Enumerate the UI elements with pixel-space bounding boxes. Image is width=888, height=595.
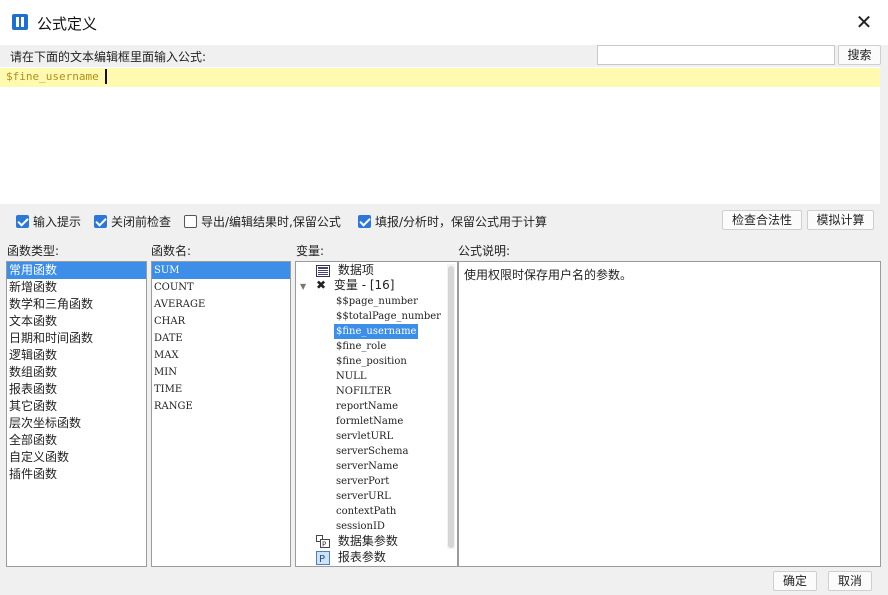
tree-leaf-variable[interactable]: contextPath — [334, 504, 398, 519]
report-param-icon: P — [316, 550, 330, 565]
current-line-highlight — [0, 68, 880, 87]
tree-node-label: 变量 - [16] — [333, 278, 395, 292]
func-names-label: 函数名: — [151, 244, 192, 258]
list-item[interactable]: 全部函数 — [7, 432, 146, 449]
tree-leaf-variable[interactable]: serverSchema — [334, 444, 410, 459]
checkbox-input-hint[interactable]: 输入提示 — [16, 213, 81, 230]
checkbox-check-before-close[interactable]: 关闭前检查 — [94, 213, 171, 230]
search-input[interactable] — [597, 45, 835, 65]
list-item[interactable]: 层次坐标函数 — [7, 415, 146, 432]
list-item[interactable]: 文本函数 — [7, 313, 146, 330]
tree-node-label: 报表参数 — [337, 550, 386, 564]
variables-label: 变量: — [296, 244, 325, 258]
app-logo-icon — [12, 14, 28, 30]
formula-editor[interactable] — [0, 67, 880, 204]
scrollbar-thumb[interactable] — [448, 266, 454, 548]
tree-node-label: 数据项 — [337, 263, 374, 277]
formula-text: $fine_username — [6, 70, 99, 83]
tree-node-data-item[interactable]: 数据项 — [316, 263, 374, 278]
list-item[interactable]: 新增函数 — [7, 279, 146, 296]
tree-leaf-variable[interactable]: $fine_position — [334, 354, 409, 369]
list-item[interactable]: CHAR — [152, 313, 290, 330]
tree-leaf-variable[interactable]: servletURL — [334, 429, 395, 444]
table-icon — [316, 264, 330, 277]
list-item[interactable]: SUM — [152, 262, 290, 279]
checkbox-label: 填报/分析时，保留公式用于计算 — [375, 215, 548, 229]
window-title: 公式定义 — [37, 15, 98, 33]
close-icon[interactable]: ✕ — [852, 10, 876, 34]
tree-leaf-variable[interactable]: $$page_number — [334, 294, 420, 309]
tree-leaf-variable[interactable]: serverURL — [334, 489, 393, 504]
list-item[interactable]: COUNT — [152, 279, 290, 296]
list-item[interactable]: 插件函数 — [7, 466, 146, 483]
list-item[interactable]: 数组函数 — [7, 364, 146, 381]
list-item[interactable]: 日期和时间函数 — [7, 330, 146, 347]
func-names-list[interactable]: SUM COUNT AVERAGE CHAR DATE MAX MIN TIME… — [151, 261, 291, 567]
description-panel: 使用权限时保存用户名的参数。 — [458, 261, 881, 567]
tree-leaf-variable-selected[interactable]: $fine_username — [334, 324, 419, 339]
list-item[interactable]: DATE — [152, 330, 290, 347]
list-item[interactable]: MAX — [152, 347, 290, 364]
checkbox-checked-icon[interactable] — [358, 215, 371, 228]
ok-button[interactable]: 确定 — [773, 571, 817, 591]
chevron-down-icon: ▼ — [300, 282, 307, 291]
checkbox-unchecked-icon[interactable] — [184, 215, 197, 228]
tree-leaf-variable[interactable]: formletName — [334, 414, 405, 429]
title-bar — [0, 0, 888, 45]
tree-node-label: 数据集参数 — [337, 534, 398, 548]
list-item[interactable]: RANGE — [152, 398, 290, 415]
func-types-label: 函数类型: — [7, 244, 60, 258]
list-item[interactable]: 逻辑函数 — [7, 347, 146, 364]
editor-prompt: 请在下面的文本编辑框里面输入公式: — [10, 50, 207, 64]
tree-leaf-variable[interactable]: NULL — [334, 369, 368, 384]
list-item[interactable]: 数学和三角函数 — [7, 296, 146, 313]
variable-x-icon: ✖ — [315, 278, 327, 292]
list-item[interactable]: AVERAGE — [152, 296, 290, 313]
svg-text:P: P — [319, 554, 325, 565]
simulate-calc-button[interactable]: 模拟计算 — [807, 210, 874, 230]
checkbox-checked-icon[interactable] — [16, 215, 29, 228]
list-item[interactable]: 常用函数 — [7, 262, 146, 279]
checkbox-label: 导出/编辑结果时,保留公式 — [201, 215, 341, 229]
list-item[interactable]: 其它函数 — [7, 398, 146, 415]
checkbox-keep-formula-fill[interactable]: 填报/分析时，保留公式用于计算 — [358, 213, 547, 230]
list-item[interactable]: TIME — [152, 381, 290, 398]
func-types-list[interactable]: 常用函数 新增函数 数学和三角函数 文本函数 日期和时间函数 逻辑函数 数组函数… — [6, 261, 147, 567]
list-item[interactable]: MIN — [152, 364, 290, 381]
cancel-button[interactable]: 取消 — [828, 571, 872, 591]
dataset-param-icon: P — [316, 535, 330, 548]
tree-node-variables[interactable]: ▼ ✖ 变量 - [16] — [300, 278, 394, 293]
svg-text:P: P — [322, 541, 326, 549]
checkbox-keep-formula-export[interactable]: 导出/编辑结果时,保留公式 — [184, 213, 341, 230]
search-button[interactable]: 搜索 — [838, 45, 881, 65]
checkbox-label: 关闭前检查 — [111, 215, 172, 229]
tree-leaf-variable[interactable]: $fine_role — [334, 339, 388, 354]
description-text: 使用权限时保存用户名的参数。 — [464, 268, 633, 282]
checkbox-checked-icon[interactable] — [94, 215, 107, 228]
tree-leaf-variable[interactable]: serverName — [334, 459, 400, 474]
tree-leaf-variable[interactable]: sessionID — [334, 519, 387, 534]
list-item[interactable]: 自定义函数 — [7, 449, 146, 466]
check-validity-button[interactable]: 检查合法性 — [722, 210, 802, 230]
tree-leaf-variable[interactable]: NOFILTER — [334, 384, 393, 399]
tree-leaf-variable[interactable]: reportName — [334, 399, 400, 414]
tree-node-report-params[interactable]: P 报表参数 — [316, 550, 386, 565]
list-item[interactable]: 报表函数 — [7, 381, 146, 398]
checkbox-label: 输入提示 — [33, 215, 82, 229]
tree-leaf-variable[interactable]: $$totalPage_number — [334, 309, 443, 324]
description-label: 公式说明: — [458, 244, 511, 258]
tree-node-dataset-params[interactable]: P 数据集参数 — [316, 534, 398, 549]
text-caret — [105, 69, 107, 84]
tree-leaf-variable[interactable]: serverPort — [334, 474, 391, 489]
